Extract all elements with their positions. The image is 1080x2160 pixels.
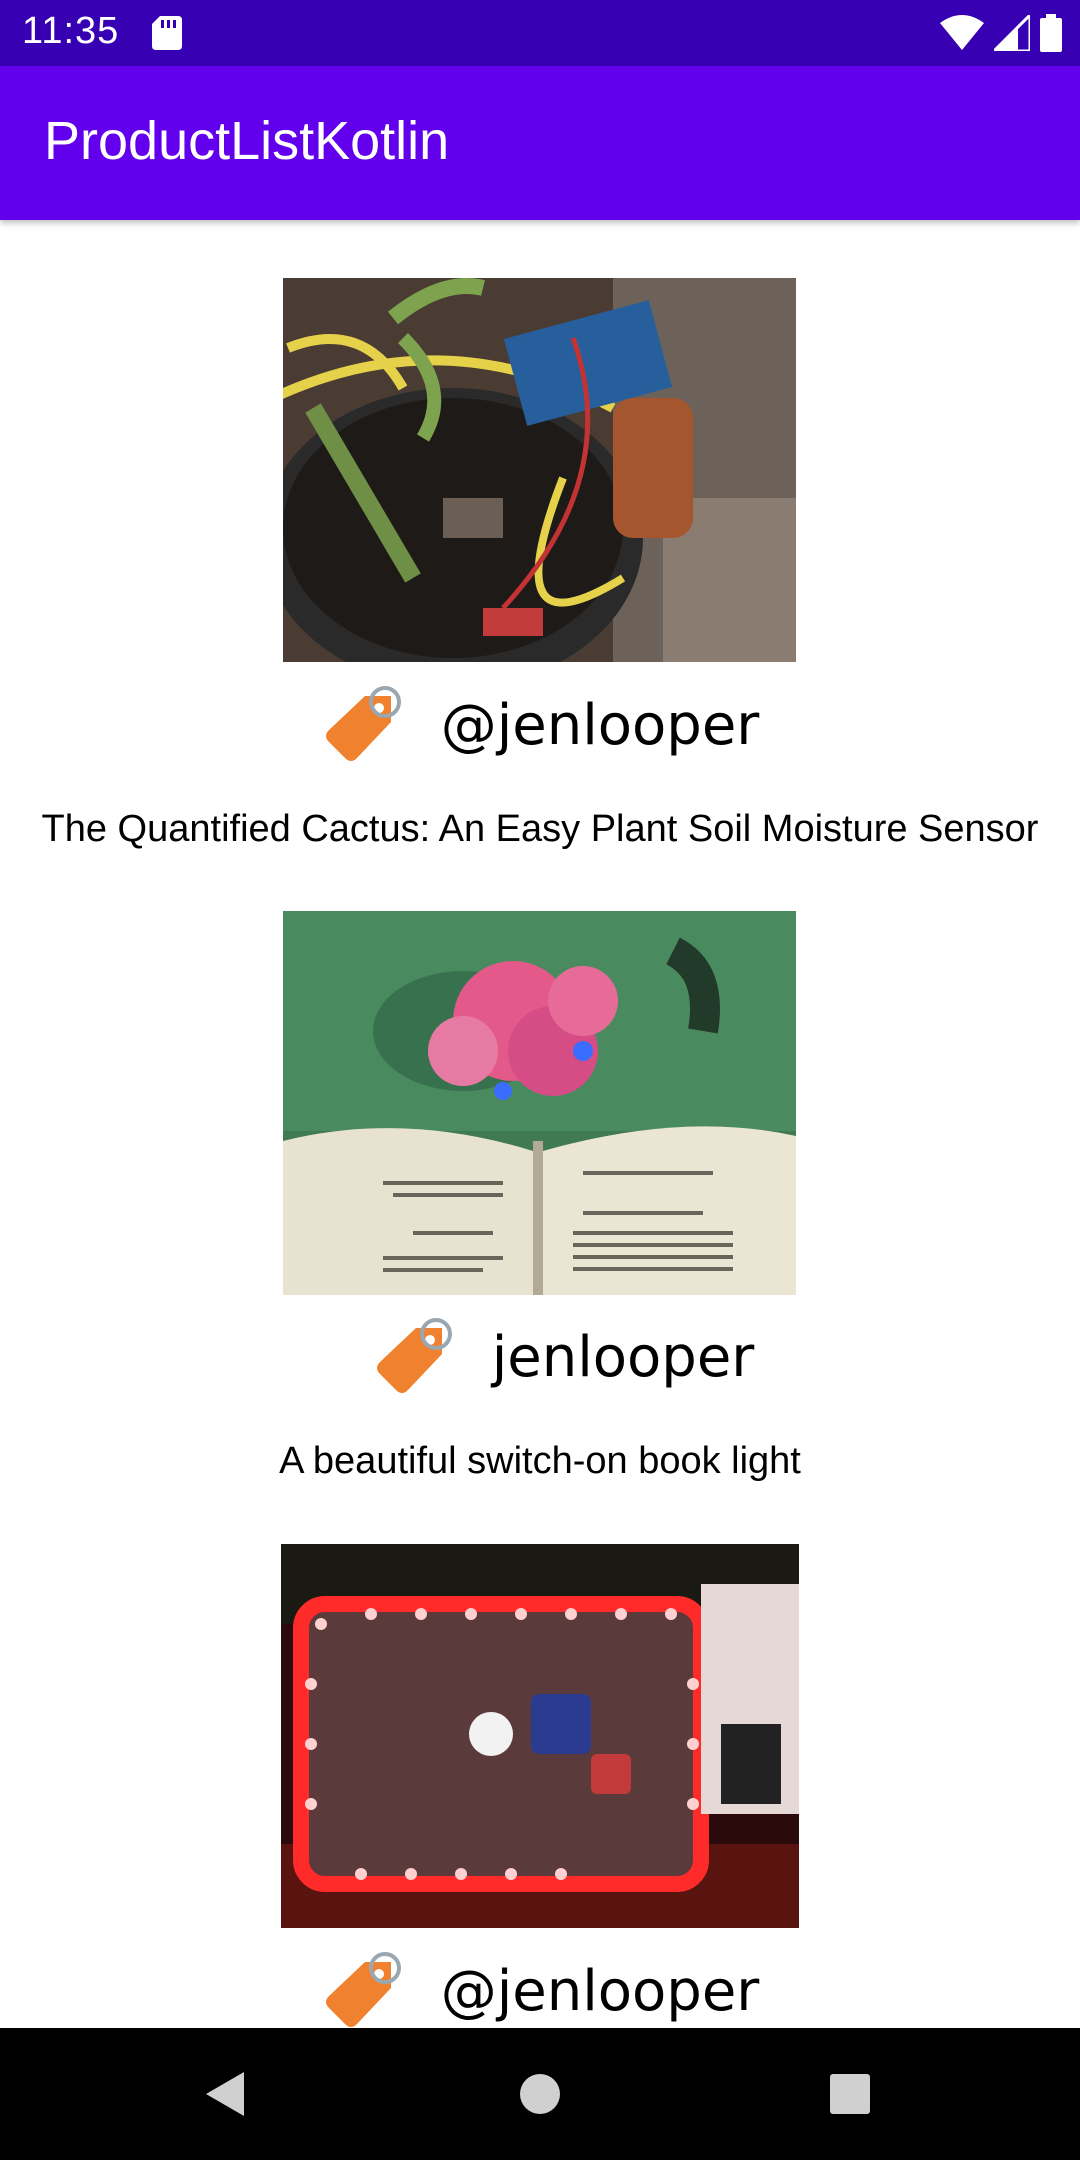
price-tag-icon: [325, 1952, 401, 2027]
wifi-icon: [940, 15, 984, 50]
status-bar: 11:35: [0, 0, 1080, 66]
owner-row: @jenlooper: [0, 680, 1080, 770]
owner-row: @jenlooper: [0, 1946, 1080, 2028]
app-bar: ProductListKotlin: [0, 66, 1080, 220]
price-tag-icon: [376, 1318, 452, 1393]
back-icon[interactable]: [190, 2058, 262, 2130]
battery-icon: [1040, 14, 1062, 52]
product-image-led-laptop: [281, 1544, 799, 1928]
cellular-signal-icon: [994, 15, 1030, 51]
product-description: A beautiful switch-on book light: [279, 1440, 801, 1482]
status-time: 11:35: [22, 10, 120, 52]
recents-icon[interactable]: [814, 2058, 886, 2130]
product-owner: @jenlooper: [440, 692, 760, 758]
product-image-book-light: [283, 911, 796, 1295]
product-owner: @jenlooper: [440, 1958, 760, 2024]
navigation-bar: [0, 2028, 1080, 2160]
price-tag-icon: [325, 686, 401, 761]
owner-row: jenlooper: [0, 1312, 1080, 1402]
home-icon[interactable]: [504, 2058, 576, 2130]
product-owner: jenlooper: [491, 1324, 755, 1390]
product-description: The Quantified Cactus: An Easy Plant Soi…: [41, 808, 1039, 850]
product-image-plant-sensor: [283, 278, 796, 662]
app-title: ProductListKotlin: [44, 111, 450, 171]
product-list[interactable]: @jenlooper The Quantified Cactus: An Eas…: [0, 220, 1080, 2028]
sd-card-icon: [152, 16, 182, 50]
